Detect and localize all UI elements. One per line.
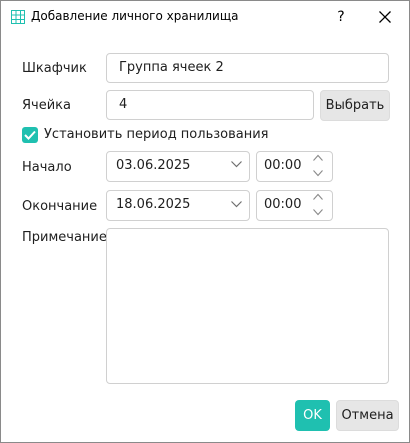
cell-field[interactable]: 4 [106,90,314,120]
locker-label: Шкафчик [22,61,87,76]
set-period-checkbox[interactable] [22,127,38,143]
time-spinner-icon[interactable] [312,193,324,217]
start-label: Начало [22,160,72,175]
title-bar: Добавление личного хранилища ? [1,1,409,33]
table-grid-icon [11,10,25,24]
window-title: Добавление личного хранилища [31,9,239,23]
note-label: Примечание [22,230,107,245]
cancel-button[interactable]: Отмена [336,400,399,431]
help-button[interactable]: ? [328,5,354,29]
locker-field[interactable]: Группа ячеек 2 [106,53,389,83]
close-button[interactable] [371,5,399,29]
end-date-field[interactable]: 18.06.2025 [106,190,250,221]
time-spinner-icon[interactable] [312,154,324,178]
dialog-window: Добавление личного хранилища ? Шкафчик Г… [0,0,410,443]
chevron-down-icon[interactable] [231,201,242,208]
close-icon [379,11,391,23]
end-label: Окончание [22,199,98,214]
checkmark-icon [24,130,36,140]
cell-label: Ячейка [22,98,71,113]
chevron-down-icon[interactable] [231,161,242,168]
ok-button[interactable]: OK [295,400,330,431]
start-date-field[interactable]: 03.06.2025 [106,151,250,182]
note-textarea[interactable] [106,228,389,384]
select-cell-button[interactable]: Выбрать [320,90,390,121]
set-period-label[interactable]: Установить период пользования [44,127,269,142]
